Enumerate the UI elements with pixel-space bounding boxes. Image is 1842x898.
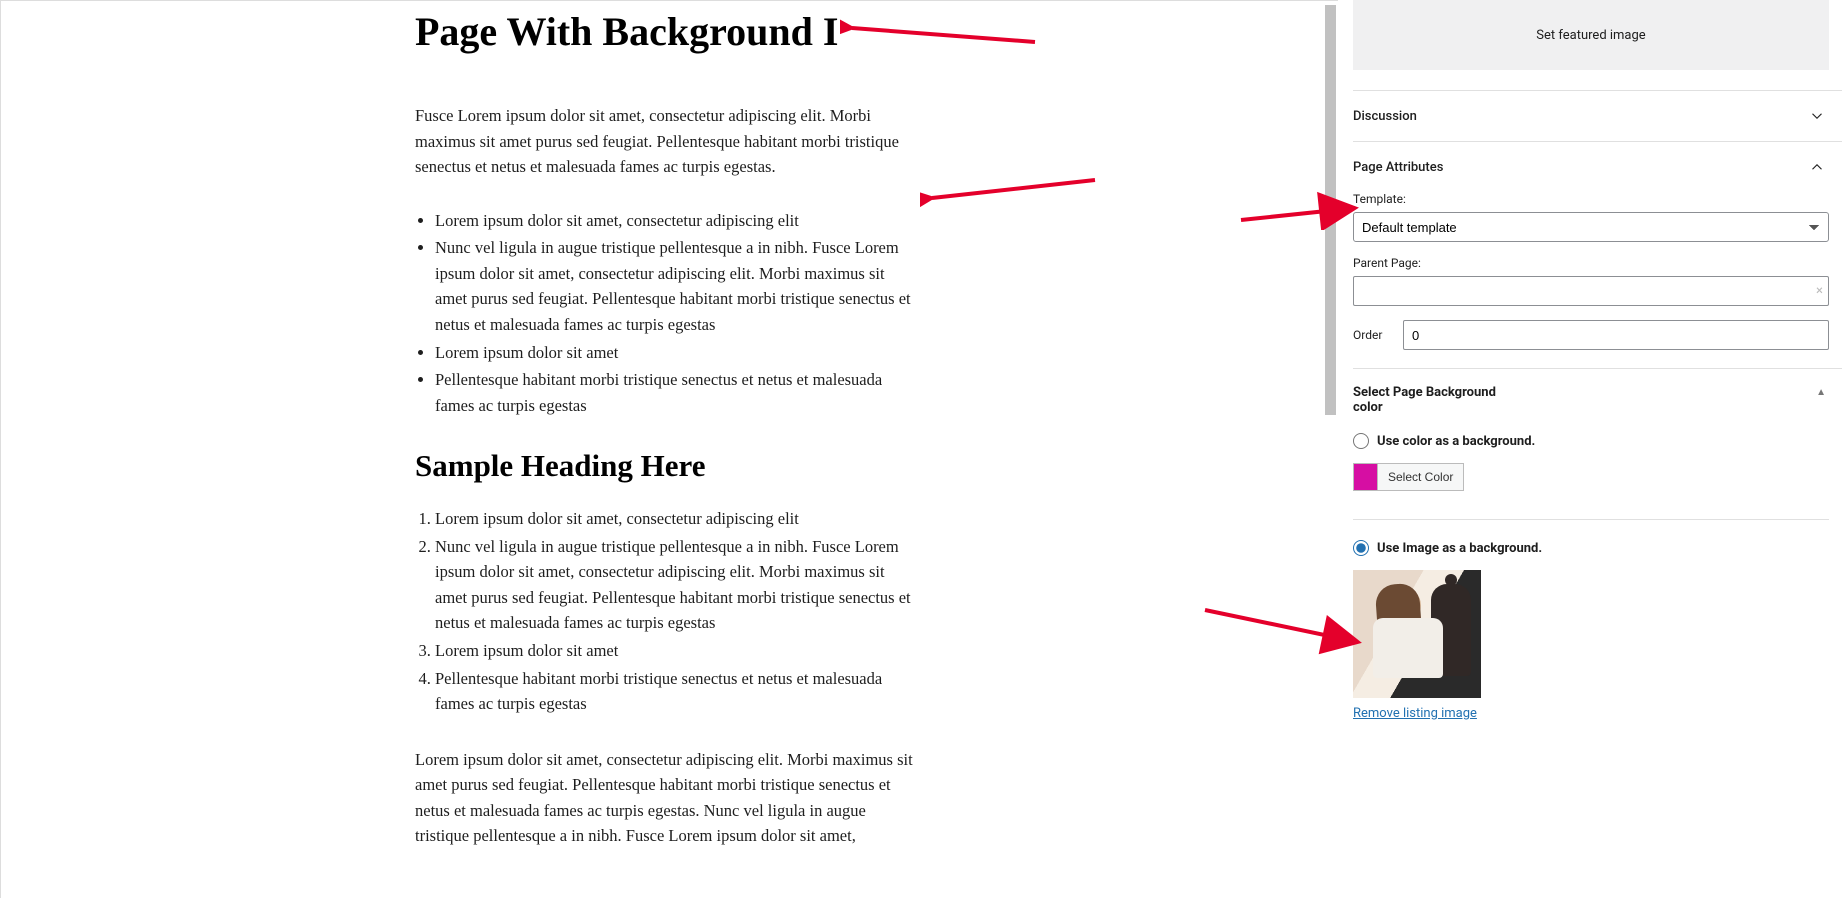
paragraph-block[interactable]: Fusce Lorem ipsum dolor sit amet, consec…: [415, 103, 915, 180]
list-item[interactable]: Lorem ipsum dolor sit amet, consectetur …: [435, 208, 915, 234]
clear-icon[interactable]: ×: [1816, 284, 1823, 299]
background-image-thumbnail[interactable]: [1353, 570, 1481, 698]
use-color-radio[interactable]: [1353, 433, 1369, 449]
editor-scrollbar[interactable]: [1323, 1, 1338, 898]
background-panel-toggle[interactable]: Select Page Background color ▲: [1353, 368, 1842, 429]
scrollbar-thumb[interactable]: [1325, 5, 1336, 415]
triangle-up-icon: ▲: [1816, 387, 1826, 398]
paragraph-block[interactable]: Lorem ipsum dolor sit amet, consectetur …: [415, 747, 915, 849]
select-color-button[interactable]: Select Color: [1377, 463, 1464, 491]
panel-title: Page Attributes: [1353, 160, 1443, 175]
remove-listing-image-link[interactable]: Remove listing image: [1353, 706, 1477, 721]
discussion-panel-toggle[interactable]: Discussion: [1353, 90, 1842, 141]
use-color-radio-row[interactable]: Use color as a background.: [1353, 429, 1829, 463]
list-item[interactable]: Lorem ipsum dolor sit amet, consectetur …: [435, 506, 915, 532]
list-item[interactable]: Lorem ipsum dolor sit amet: [435, 340, 915, 366]
radio-label: Use Image as a background.: [1377, 541, 1542, 556]
template-select[interactable]: Default template: [1353, 212, 1829, 242]
list-item[interactable]: Nunc vel ligula in augue tristique pelle…: [435, 235, 915, 337]
background-panel: Use color as a background. Select Color …: [1353, 429, 1842, 739]
heading-block[interactable]: Sample Heading Here: [415, 448, 915, 484]
chevron-down-icon: [1808, 107, 1826, 125]
list-item[interactable]: Nunc vel ligula in augue tristique pelle…: [435, 534, 915, 636]
page-title[interactable]: Page With Background I: [415, 7, 915, 63]
use-image-radio-row[interactable]: Use Image as a background.: [1353, 519, 1829, 570]
page-attributes-panel: Template: Default template Parent Page: …: [1353, 192, 1842, 368]
radio-label: Use color as a background.: [1377, 434, 1535, 449]
list-item[interactable]: Lorem ipsum dolor sit amet: [435, 638, 915, 664]
list-item[interactable]: Pellentesque habitant morbi tristique se…: [435, 666, 915, 717]
post-content[interactable]: Page With Background I Fusce Lorem ipsum…: [415, 1, 915, 877]
chevron-up-icon: [1808, 158, 1826, 176]
page-attributes-panel-toggle[interactable]: Page Attributes: [1353, 141, 1842, 192]
panel-title: Discussion: [1353, 109, 1417, 124]
featured-image-label: Set featured image: [1536, 28, 1645, 43]
parent-page-label: Parent Page:: [1353, 256, 1829, 270]
color-swatch[interactable]: [1353, 463, 1377, 491]
panel-title: Select Page Background color: [1353, 385, 1513, 415]
numbered-list-block[interactable]: Lorem ipsum dolor sit amet, consectetur …: [435, 506, 915, 717]
set-featured-image-button[interactable]: Set featured image: [1353, 0, 1829, 70]
order-input[interactable]: [1403, 320, 1829, 350]
settings-sidebar: Set featured image Discussion Page Attri…: [1339, 0, 1842, 898]
editor-canvas: Page With Background I Fusce Lorem ipsum…: [0, 0, 1338, 898]
template-label: Template:: [1353, 192, 1829, 206]
order-label: Order: [1353, 328, 1389, 342]
parent-page-input[interactable]: [1353, 276, 1829, 306]
list-item[interactable]: Pellentesque habitant morbi tristique se…: [435, 367, 915, 418]
bullet-list-block[interactable]: Lorem ipsum dolor sit amet, consectetur …: [435, 208, 915, 419]
use-image-radio[interactable]: [1353, 540, 1369, 556]
